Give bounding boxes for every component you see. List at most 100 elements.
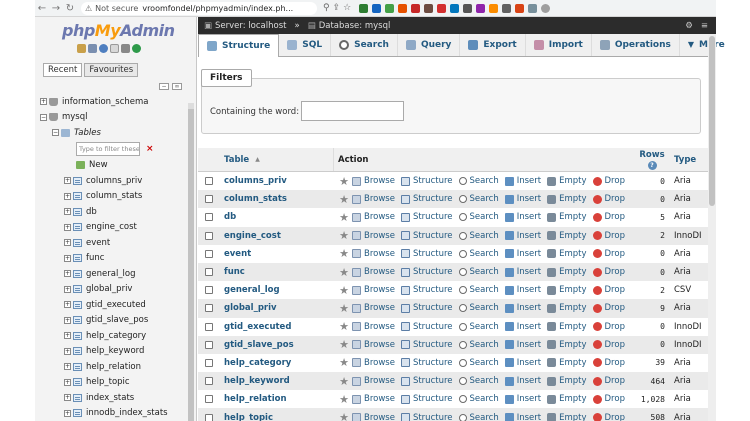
table-name-link[interactable]: gtid_executed <box>220 322 334 332</box>
tab-search[interactable]: Search <box>331 34 398 56</box>
tree-table-item[interactable]: + columns_priv <box>40 173 190 189</box>
row-checkbox[interactable] <box>205 413 213 421</box>
browse-link[interactable]: Browse <box>352 303 395 313</box>
insert-link[interactable]: Insert <box>504 285 541 295</box>
empty-link[interactable]: Empty <box>547 394 587 404</box>
expand-icon[interactable]: + <box>64 378 71 386</box>
table-name-link[interactable]: db <box>220 212 334 222</box>
tab-more[interactable]: ▼More <box>680 34 733 56</box>
table-name-link[interactable]: gtid_slave_pos <box>220 340 334 350</box>
expand-icon[interactable]: + <box>64 177 71 185</box>
tree-table-item[interactable]: + help_keyword <box>40 344 190 360</box>
zoom-icon[interactable]: ⚲ <box>323 3 330 13</box>
tree-tables-group[interactable]: − Tables <box>40 125 190 141</box>
tab-query[interactable]: Query <box>398 34 461 56</box>
back-icon[interactable]: ← <box>35 3 49 14</box>
filter-word-input[interactable] <box>301 101 404 121</box>
drop-link[interactable]: Drop <box>592 249 625 259</box>
tab-operations[interactable]: Operations <box>592 34 680 56</box>
search-link[interactable]: Search <box>458 194 499 204</box>
row-checkbox[interactable] <box>205 304 213 313</box>
drop-link[interactable]: Drop <box>592 394 625 404</box>
tab-structure[interactable]: Structure <box>198 34 280 57</box>
favorite-star-icon[interactable]: ★ <box>336 266 352 279</box>
insert-link[interactable]: Insert <box>504 249 541 259</box>
insert-link[interactable]: Insert <box>504 267 541 277</box>
favorite-star-icon[interactable]: ★ <box>336 411 352 421</box>
tree-table-item[interactable]: + help_topic <box>40 375 190 391</box>
tab-favourites[interactable]: Favourites <box>84 63 139 77</box>
expand-icon[interactable]: + <box>64 316 71 324</box>
search-link[interactable]: Search <box>458 322 499 332</box>
drop-link[interactable]: Drop <box>592 212 625 222</box>
structure-link[interactable]: Structure <box>400 358 453 368</box>
insert-link[interactable]: Insert <box>504 322 541 332</box>
extension-icon[interactable] <box>411 3 421 13</box>
search-link[interactable]: Search <box>458 249 499 259</box>
db-label[interactable]: information_schema <box>62 97 149 107</box>
table-name-link[interactable]: help_keyword <box>220 376 334 386</box>
table-label[interactable]: help_keyword <box>86 346 144 356</box>
table-label[interactable]: gtid_slave_pos <box>86 315 148 325</box>
table-label[interactable]: help_topic <box>86 377 130 387</box>
drop-link[interactable]: Drop <box>592 358 625 368</box>
tree-table-item[interactable]: + column_stats <box>40 189 190 205</box>
structure-link[interactable]: Structure <box>400 176 453 186</box>
empty-link[interactable]: Empty <box>547 194 587 204</box>
settings-icon[interactable] <box>121 44 130 53</box>
table-name-link[interactable]: help_category <box>220 358 334 368</box>
row-checkbox[interactable] <box>205 286 213 295</box>
table-label[interactable]: column_stats <box>86 191 142 201</box>
browse-link[interactable]: Browse <box>352 176 395 186</box>
expand-icon[interactable]: + <box>64 409 71 417</box>
browse-link[interactable]: Browse <box>352 413 395 421</box>
drop-link[interactable]: Drop <box>592 176 625 186</box>
favorite-star-icon[interactable]: ★ <box>336 247 352 260</box>
table-name-link[interactable]: event <box>220 249 334 259</box>
profile-avatar[interactable] <box>541 3 551 13</box>
favorite-star-icon[interactable]: ★ <box>336 211 352 224</box>
empty-link[interactable]: Empty <box>547 176 587 186</box>
expand-icon[interactable]: + <box>64 347 71 355</box>
new-label[interactable]: New <box>89 160 108 170</box>
drop-link[interactable]: Drop <box>592 267 625 277</box>
tree-table-item[interactable]: + general_log <box>40 266 190 282</box>
row-checkbox[interactable] <box>205 268 213 277</box>
favorite-star-icon[interactable]: ★ <box>336 393 352 406</box>
collapse-icon[interactable]: − <box>40 113 47 121</box>
collapse-all-icon[interactable]: − <box>159 83 169 90</box>
tree-table-item[interactable]: + index_stats <box>40 390 190 406</box>
expand-icon[interactable]: + <box>64 223 71 231</box>
structure-link[interactable]: Structure <box>400 231 453 241</box>
table-name-link[interactable]: func <box>220 267 334 277</box>
insert-link[interactable]: Insert <box>504 303 541 313</box>
row-checkbox[interactable] <box>205 322 213 331</box>
tab-sql[interactable]: SQL <box>279 34 332 56</box>
table-label[interactable]: columns_priv <box>86 176 142 186</box>
row-checkbox[interactable] <box>205 195 213 204</box>
table-label[interactable]: gtid_executed <box>86 300 146 310</box>
empty-link[interactable]: Empty <box>547 340 587 350</box>
empty-link[interactable]: Empty <box>547 249 587 259</box>
search-link[interactable]: Search <box>458 212 499 222</box>
link-with-main-icon[interactable]: ∞ <box>172 83 182 90</box>
tree-table-item[interactable]: + event <box>40 235 190 251</box>
row-checkbox[interactable] <box>205 358 213 367</box>
browse-link[interactable]: Browse <box>352 376 395 386</box>
sidebar-scroll-thumb[interactable] <box>188 109 194 421</box>
collapse-icon[interactable]: − <box>52 129 59 137</box>
table-label[interactable]: func <box>86 253 104 263</box>
empty-link[interactable]: Empty <box>547 231 587 241</box>
home-icon[interactable] <box>77 44 86 53</box>
extension-icon[interactable] <box>398 3 408 13</box>
structure-link[interactable]: Structure <box>400 303 453 313</box>
favorite-star-icon[interactable]: ★ <box>336 338 352 351</box>
tree-table-item[interactable]: + global_priv <box>40 282 190 298</box>
db-label[interactable]: mysql <box>62 112 88 122</box>
structure-link[interactable]: Structure <box>400 394 453 404</box>
sort-by-table[interactable]: Table ▲ <box>220 148 334 171</box>
main-scroll-thumb[interactable] <box>709 36 715 206</box>
structure-link[interactable]: Structure <box>400 322 453 332</box>
structure-link[interactable]: Structure <box>400 249 453 259</box>
search-link[interactable]: Search <box>458 376 499 386</box>
